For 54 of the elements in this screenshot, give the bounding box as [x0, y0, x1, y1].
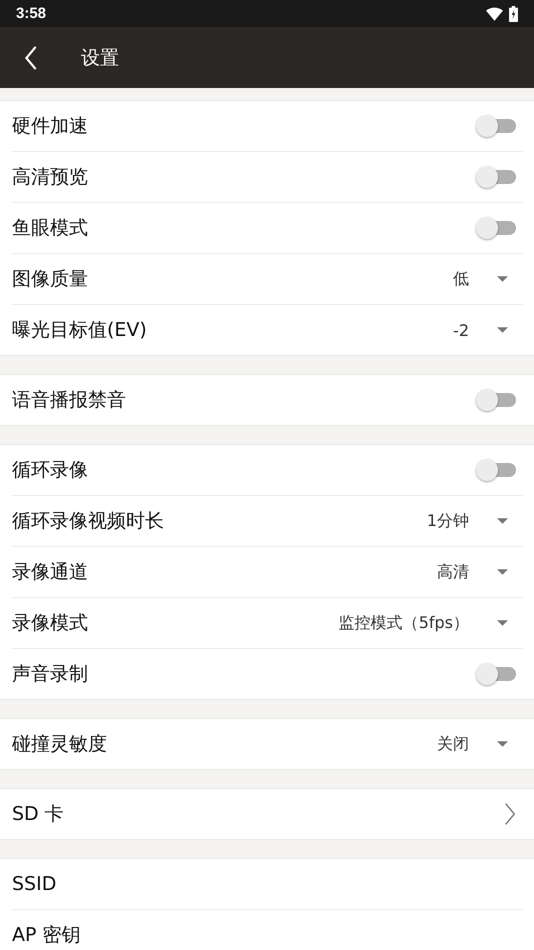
clock-time: 3:58	[16, 5, 46, 22]
dropdown-value: 低	[453, 268, 469, 290]
toggle-switch[interactable]	[476, 458, 516, 482]
caret-icon[interactable]	[497, 327, 508, 333]
setting-row[interactable]: 碰撞灵敏度 关闭	[12, 719, 523, 769]
setting-row[interactable]: 录像模式 监控模式（5fps）	[12, 597, 523, 648]
caret-icon[interactable]	[497, 741, 508, 747]
setting-row[interactable]: 硬件加速	[12, 101, 523, 151]
setting-row[interactable]: 循环录像视频时长 1分钟	[12, 495, 523, 546]
setting-row[interactable]: 录像通道 高清	[12, 546, 523, 597]
setting-row[interactable]: 高清预览	[12, 151, 523, 202]
toggle-switch[interactable]	[476, 388, 516, 412]
setting-row[interactable]: 图像质量 低	[12, 253, 523, 304]
setting-label: 声音录制	[12, 662, 89, 687]
setting-row[interactable]: AP 密钥	[12, 909, 523, 950]
setting-label: 录像模式	[12, 611, 89, 636]
setting-label: 碰撞灵敏度	[12, 732, 108, 757]
toggle-switch[interactable]	[476, 216, 516, 240]
dropdown-value: 高清	[437, 562, 469, 582]
caret-icon[interactable]	[497, 569, 508, 575]
setting-label: 鱼眼模式	[12, 216, 89, 241]
toggle-switch[interactable]	[476, 662, 516, 686]
setting-row[interactable]: 曝光目标值(EV) -2	[12, 304, 523, 355]
toggle-switch[interactable]	[476, 165, 516, 189]
battery-charging-icon	[509, 6, 518, 22]
setting-label: 图像质量	[12, 267, 89, 292]
caret-icon[interactable]	[497, 620, 508, 626]
dropdown-value: 监控模式（5fps）	[338, 612, 469, 634]
setting-label: 循环录像	[12, 458, 89, 483]
setting-label: SD 卡	[12, 802, 65, 827]
setting-label: 高清预览	[12, 165, 89, 190]
caret-icon[interactable]	[497, 276, 508, 282]
setting-label: SSID	[12, 873, 58, 895]
setting-label: AP 密钥	[12, 923, 82, 948]
chevron-right-icon[interactable]	[504, 802, 516, 826]
toggle-switch[interactable]	[476, 114, 516, 138]
setting-row[interactable]: 声音录制	[12, 648, 523, 699]
setting-row[interactable]: SSID	[12, 859, 523, 909]
setting-label: 硬件加速	[12, 114, 89, 139]
setting-label: 语音播报禁音	[12, 388, 127, 413]
setting-row[interactable]: SD 卡	[12, 789, 523, 839]
setting-row[interactable]: 鱼眼模式	[12, 202, 523, 253]
dropdown-value: 1分钟	[426, 510, 469, 532]
screen-title: 设置	[81, 46, 119, 70]
setting-label: 录像通道	[12, 560, 89, 585]
setting-label: 循环录像视频时长	[12, 509, 165, 534]
dropdown-value: 关闭	[437, 734, 469, 754]
wifi-icon	[486, 6, 503, 20]
setting-label: 曝光目标值(EV)	[12, 318, 148, 343]
caret-icon[interactable]	[497, 518, 508, 524]
setting-row[interactable]: 语音播报禁音	[12, 375, 523, 425]
setting-row[interactable]: 循环录像	[12, 445, 523, 495]
back-icon[interactable]	[24, 46, 38, 70]
dropdown-value: -2	[453, 320, 469, 340]
